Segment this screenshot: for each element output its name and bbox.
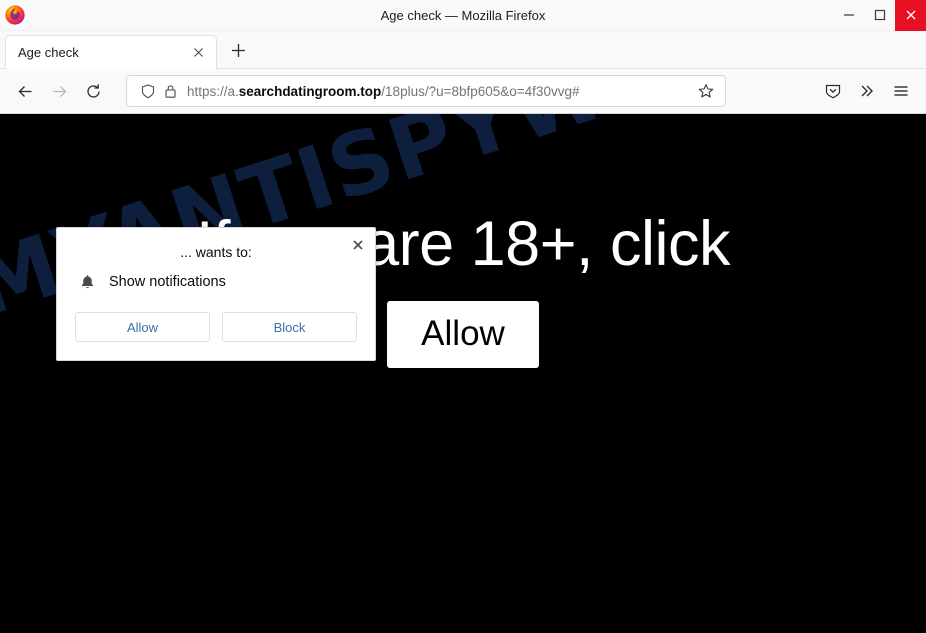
tab-strip: Age check [0, 31, 926, 69]
popup-permission-label: Show notifications [109, 274, 226, 290]
popup-permission-row: Show notifications [57, 264, 375, 296]
window-title: Age check — Mozilla Firefox [380, 7, 546, 23]
window-controls [833, 0, 926, 31]
block-button[interactable]: Block [222, 312, 357, 342]
star-icon[interactable] [693, 78, 719, 104]
url-host: searchdatingroom.top [238, 83, 382, 99]
reload-icon[interactable] [76, 74, 110, 108]
minimize-icon[interactable] [833, 0, 864, 31]
popup-title: ... wants to: [180, 244, 252, 260]
allow-button[interactable]: Allow [75, 312, 210, 342]
padlock-icon[interactable] [159, 80, 181, 102]
tab-age-check[interactable]: Age check [5, 35, 217, 69]
tab-label: Age check [18, 45, 79, 60]
browser-window: Age check — Mozilla Firefox Age check ht… [0, 0, 926, 633]
url-scheme: https://a. [187, 83, 239, 99]
pocket-save-icon[interactable] [816, 74, 850, 108]
title-bar: Age check — Mozilla Firefox [0, 0, 926, 31]
close-icon[interactable] [188, 43, 208, 63]
address-bar[interactable]: https://a.searchdatingroom.top/18plus/?u… [126, 75, 726, 107]
bell-icon [77, 272, 97, 292]
close-icon[interactable] [347, 234, 369, 256]
new-tab-button[interactable] [223, 35, 253, 65]
url-path: /18plus/?u=8bfp605&o=4f30vvg# [381, 83, 580, 99]
popup-buttons: Allow Block [57, 296, 375, 360]
firefox-logo [4, 4, 26, 26]
back-arrow-icon[interactable] [8, 74, 42, 108]
close-icon[interactable] [895, 0, 926, 31]
navigation-toolbar: https://a.searchdatingroom.top/18plus/?u… [0, 69, 926, 114]
notification-permission-popup: ... wants to: Show notifications Allow B… [56, 227, 376, 361]
page-allow-button[interactable]: Allow [387, 301, 539, 368]
page-content: MYANTISPYWARE.COM If you are 18+, click … [0, 114, 926, 633]
hamburger-menu-icon[interactable] [884, 74, 918, 108]
maximize-icon[interactable] [864, 0, 895, 31]
shield-icon[interactable] [137, 80, 159, 102]
double-chevron-right-icon[interactable] [850, 74, 884, 108]
toolbar-right [816, 74, 918, 108]
url-text[interactable]: https://a.searchdatingroom.top/18plus/?u… [187, 84, 693, 99]
forward-arrow-icon [42, 74, 76, 108]
